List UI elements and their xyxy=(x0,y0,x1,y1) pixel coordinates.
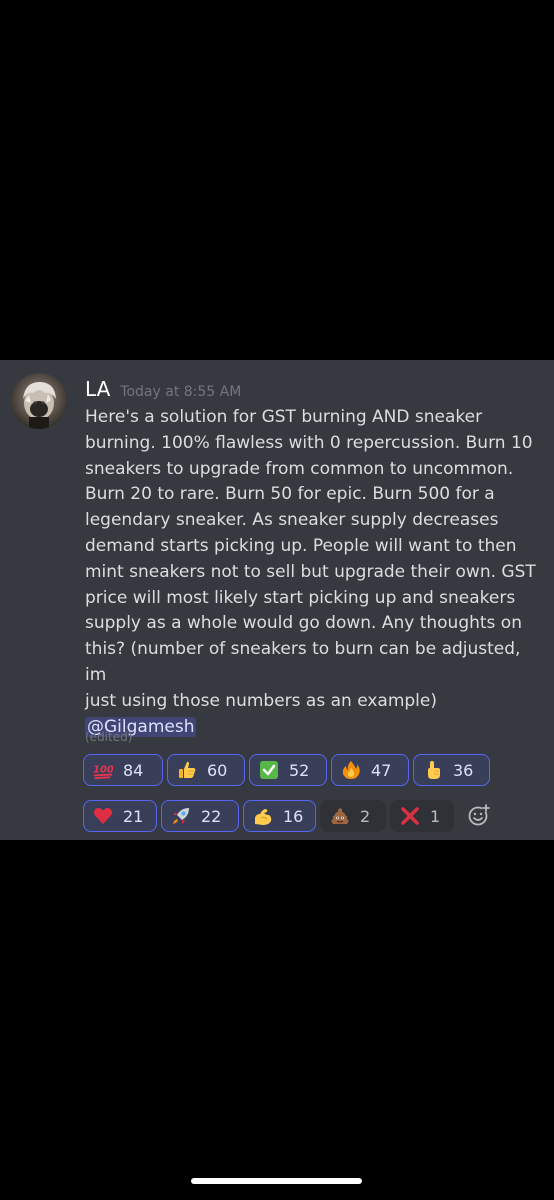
reaction-flexed-biceps[interactable]: 16 xyxy=(243,800,316,832)
flexed-biceps-icon xyxy=(253,806,273,826)
reaction-count: 84 xyxy=(123,760,144,780)
reactions-bar: 100 84 60 52 47 36 21 22 16 2 1 xyxy=(0,360,554,840)
reaction-count: 60 xyxy=(207,760,228,780)
reaction-count: 1 xyxy=(430,806,441,826)
reaction-cross-mark[interactable]: 1 xyxy=(390,800,454,832)
pile-of-poo-icon xyxy=(330,806,350,826)
reaction-count: 21 xyxy=(123,806,144,826)
reaction-check-mark[interactable]: 52 xyxy=(249,754,327,786)
reaction-fire[interactable]: 47 xyxy=(331,754,409,786)
reaction-red-heart[interactable]: 21 xyxy=(83,800,157,832)
reaction-pile-of-poo[interactable]: 2 xyxy=(320,800,386,832)
reaction-thumbs-up[interactable]: 60 xyxy=(167,754,245,786)
hundred-points-icon: 100 xyxy=(93,760,113,780)
home-indicator xyxy=(191,1178,362,1184)
reaction-rocket[interactable]: 22 xyxy=(161,800,239,832)
reaction-count: 36 xyxy=(453,760,474,780)
cross-mark-icon xyxy=(400,806,420,826)
reaction-hundred-points[interactable]: 100 84 xyxy=(83,754,163,786)
message-card: LA Today at 8:55 AM Here's a solution fo… xyxy=(0,360,554,840)
fire-icon xyxy=(341,760,361,780)
red-heart-icon xyxy=(93,806,113,826)
reaction-count: 52 xyxy=(289,760,310,780)
thumbs-up-icon xyxy=(177,760,197,780)
reaction-count: 22 xyxy=(201,806,222,826)
reaction-count: 47 xyxy=(371,760,392,780)
reaction-pointing-up[interactable]: 36 xyxy=(413,754,490,786)
pointing-up-icon xyxy=(423,760,443,780)
rocket-icon xyxy=(171,806,191,826)
reaction-count: 16 xyxy=(283,806,304,826)
check-mark-button-icon xyxy=(259,760,279,780)
add-reaction-icon[interactable] xyxy=(468,804,490,826)
reaction-count: 2 xyxy=(360,806,371,826)
